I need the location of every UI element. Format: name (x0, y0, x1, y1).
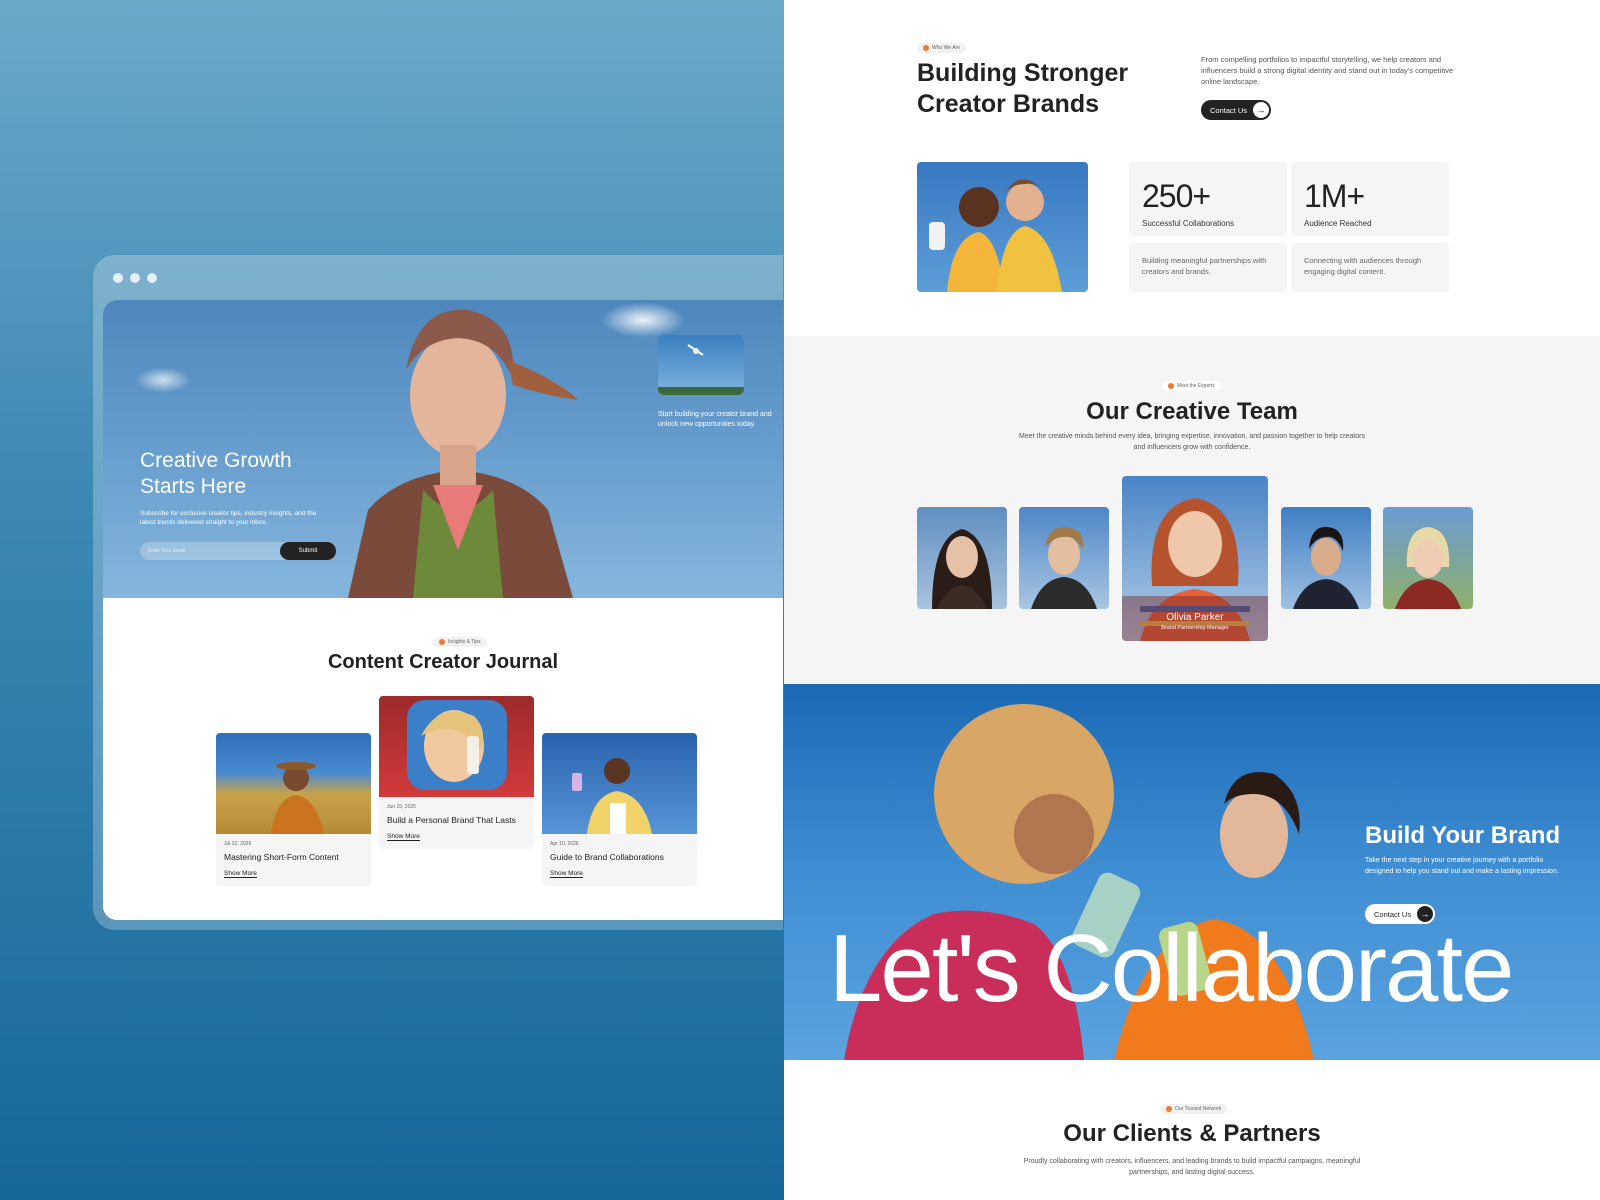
card-date: Jul 22, 2026 (224, 841, 252, 847)
team-member-featured[interactable]: Olivia Parker Brand Partnership Manager (1122, 476, 1268, 641)
card-title: Build a Personal Brand That Lasts (387, 815, 516, 825)
journal-badge-label: Insights & Tips (448, 639, 481, 645)
show-more-link[interactable]: Show More (550, 870, 583, 878)
lets-collaborate-heading: Let's Collaborate (829, 915, 1514, 1022)
member-role: Brand Partnership Manager (1161, 625, 1229, 631)
team-badge: Meet the Experts (1162, 381, 1221, 391)
browser-mockup: Start building your creator brand and un… (93, 255, 783, 930)
stat-desc-card: Connecting with audiences through engagi… (1291, 243, 1449, 292)
team-member-card[interactable] (917, 507, 1007, 609)
card-title: Guide to Brand Collaborations (550, 852, 664, 862)
clients-subtitle: Proudly collaborating with creators, inf… (1023, 1158, 1361, 1176)
journal-title: Content Creator Journal (327, 651, 559, 673)
member-name: Olivia Parker (1166, 612, 1224, 623)
stat-description: Connecting with audiences through engagi… (1304, 256, 1422, 276)
arrow-right-icon: → (1253, 102, 1269, 118)
stat-card-collaborations: 250+ Successful Collaborations (1129, 162, 1287, 236)
stat-description: Building meaningful partnerships with cr… (1142, 256, 1267, 276)
card-title: Mastering Short-Form Content (224, 852, 339, 862)
stat-value: 1M+ (1304, 178, 1365, 214)
show-more-link[interactable]: Show More (224, 870, 257, 878)
window-dot-icon (147, 273, 157, 283)
badge-dot-icon (1166, 1106, 1172, 1112)
journal-section: Insights & Tips Content Creator Journal … (103, 598, 783, 920)
landing-page: Who We Are Building Stronger Creator Bra… (784, 0, 1600, 1200)
collaborate-text: Take the next step in your creative jour… (1365, 857, 1559, 875)
journal-card[interactable]: Jun 15, 2026 Build a Personal Brand That… (379, 696, 534, 849)
card-image (379, 696, 534, 797)
team-member-card[interactable] (1019, 507, 1109, 609)
browser-screen: Start building your creator brand and un… (103, 300, 783, 920)
show-more-link[interactable]: Show More (387, 833, 420, 841)
collaborate-section: Build Your Brand Take the next step in y… (784, 684, 1600, 1060)
about-photo (917, 162, 1088, 292)
stat-label: Audience Reached (1304, 219, 1372, 228)
team-member-card[interactable] (1281, 507, 1371, 609)
contact-us-button[interactable]: Contact Us → (1201, 100, 1271, 120)
clients-title: Our Clients & Partners (1063, 1120, 1321, 1147)
team-section: Meet the Experts Our Creative Team Meet … (784, 336, 1600, 684)
journal-card[interactable]: Apr 10, 2026 Guide to Brand Collaboratio… (542, 733, 697, 886)
hero-section: Start building your creator brand and un… (103, 300, 783, 598)
badge-dot-icon (1168, 383, 1174, 389)
card-date: Jun 15, 2026 (387, 804, 416, 810)
stat-card-audience: 1M+ Audience Reached (1291, 162, 1449, 236)
stat-label: Successful Collaborations (1142, 219, 1235, 228)
about-title: Building Stronger Creator Brands (917, 59, 1129, 119)
collaborate-title: Build Your Brand (1365, 822, 1561, 849)
team-title: Our Creative Team (1086, 398, 1298, 425)
badge-dot-icon (439, 639, 445, 645)
card-image (216, 733, 371, 834)
team-subtitle: Meet the creative minds behind every ide… (1019, 433, 1365, 451)
contact-us-label: Contact Us (1210, 105, 1248, 115)
window-dot-icon (113, 273, 123, 283)
hero-title: Creative Growth Starts Here (140, 449, 292, 499)
clients-section: Our Trusted Network Our Clients & Partne… (784, 1060, 1600, 1200)
journal-badge: Insights & Tips (433, 637, 487, 647)
email-input[interactable] (148, 542, 268, 560)
team-member-card[interactable] (1383, 507, 1473, 609)
hero-portrait-image (348, 309, 578, 598)
hero-thumbnail-image[interactable] (658, 335, 744, 395)
clients-badge: Our Trusted Network (1160, 1104, 1228, 1114)
about-section: Who We Are Building Stronger Creator Bra… (784, 0, 1600, 336)
stat-desc-card: Building meaningful partnerships with cr… (1129, 243, 1287, 292)
journal-card[interactable]: Jul 22, 2026 Mastering Short-Form Conten… (216, 733, 371, 886)
card-date: Apr 10, 2026 (550, 841, 579, 847)
window-controls (113, 273, 157, 283)
badge-dot-icon (923, 45, 929, 51)
newsletter-form: Submit (140, 542, 336, 560)
about-badge: Who We Are (917, 43, 966, 53)
hero-side-text: Start building your creator brand and un… (658, 411, 772, 428)
window-dot-icon (130, 273, 140, 283)
about-badge-label: Who We Are (932, 45, 960, 51)
stat-value: 250+ (1142, 178, 1211, 214)
clients-badge-label: Our Trusted Network (1175, 1106, 1222, 1112)
about-text: From compelling portfolios to impactful … (1201, 55, 1453, 86)
submit-button[interactable]: Submit (280, 542, 336, 560)
hero-subtitle: Subscribe for exclusive creator tips, in… (140, 510, 317, 527)
team-badge-label: Meet the Experts (1177, 383, 1215, 389)
card-image (542, 733, 697, 834)
